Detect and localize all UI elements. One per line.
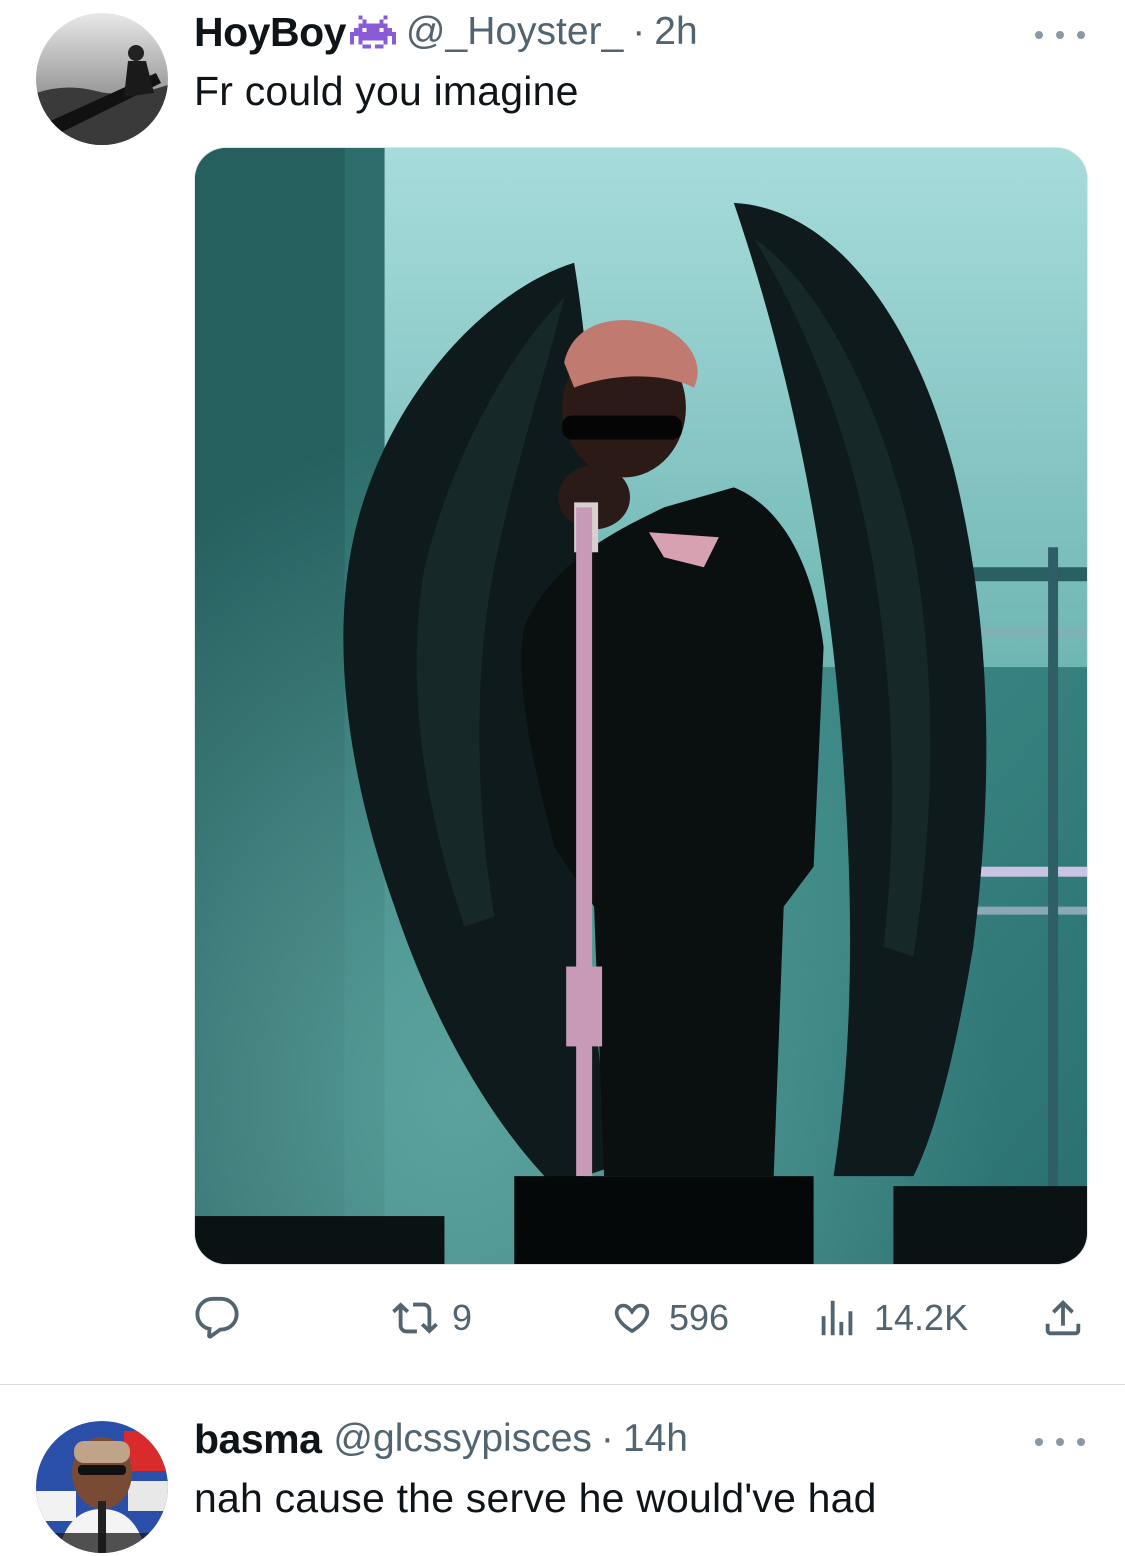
tweet-timestamp[interactable]: 2h bbox=[654, 10, 697, 54]
author-avatar[interactable] bbox=[36, 1421, 168, 1553]
author-name[interactable]: basma bbox=[194, 1416, 322, 1463]
like-button[interactable]: 596 bbox=[609, 1290, 729, 1346]
more-options-icon[interactable] bbox=[1035, 25, 1085, 45]
tweet-header: HoyBoy @_Hoyster_ · 2h bbox=[194, 4, 698, 60]
separator-dot: · bbox=[600, 1417, 614, 1460]
space-invader-emoji-icon bbox=[349, 12, 396, 52]
tweet-hoyboy[interactable]: HoyBoy @_Hoyster_ · 2h Fr could you imag… bbox=[0, 0, 1125, 1384]
retweet-count: 9 bbox=[452, 1297, 473, 1338]
share-button[interactable] bbox=[1040, 1290, 1086, 1346]
photo-performer-black-wings-on-stage bbox=[195, 148, 1087, 1264]
views-count: 14.2K bbox=[874, 1297, 969, 1338]
like-count: 596 bbox=[669, 1297, 730, 1338]
heart-icon bbox=[614, 1303, 650, 1334]
more-options-icon[interactable] bbox=[1035, 1432, 1085, 1452]
retweet-icon bbox=[392, 1302, 438, 1334]
tweet-header: basma @glcssypisces · 14h bbox=[194, 1411, 688, 1467]
author-handle[interactable]: @glcssypisces bbox=[333, 1417, 592, 1461]
tweet-timestamp[interactable]: 14h bbox=[623, 1417, 688, 1461]
analytics-icon bbox=[821, 1300, 853, 1336]
reply-button[interactable] bbox=[194, 1290, 254, 1346]
retweet-button[interactable]: 9 bbox=[392, 1290, 472, 1346]
tweet-text: Fr could you imagine bbox=[194, 68, 579, 114]
share-icon bbox=[1045, 1299, 1081, 1336]
author-handle[interactable]: @_Hoyster_ bbox=[406, 10, 623, 54]
reply-icon bbox=[195, 1296, 239, 1339]
separator-dot: · bbox=[632, 10, 646, 53]
tweet-actions: 9 596 14.2K bbox=[194, 1290, 1088, 1346]
author-avatar[interactable] bbox=[36, 13, 168, 145]
tweet-media-image[interactable] bbox=[194, 147, 1088, 1265]
author-name[interactable]: HoyBoy bbox=[194, 9, 346, 56]
views-button[interactable]: 14.2K bbox=[814, 1290, 968, 1346]
tweet-text: nah cause the serve he would've had bbox=[194, 1475, 877, 1521]
tweet-basma[interactable]: basma @glcssypisces · 14h nah cause the … bbox=[0, 1385, 1125, 1556]
